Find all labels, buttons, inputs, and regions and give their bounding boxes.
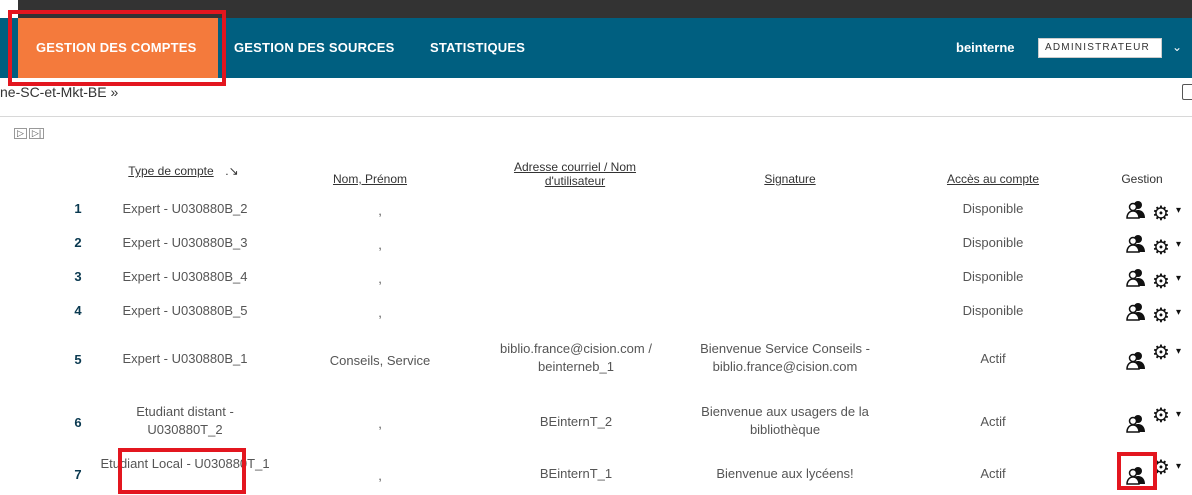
table-row: 6 Etudiant distant - U030880T_2, BEinternT… [0,403,1192,443]
role-select[interactable]: ADMINISTRATEUR [1038,38,1162,58]
column-header-signature[interactable]: Signature [740,172,840,186]
gear-icon[interactable]: ⚙ [1152,235,1170,260]
table-row: 3 Expert - U030880B_4, Disponible ⚙ ▾ [0,267,1192,293]
table-row: 2 Expert - U030880B_3, Disponible ⚙ ▾ [0,233,1192,259]
row-number: 4 [74,303,82,318]
cell-type: Expert - U030880B_2 [122,201,248,216]
highlight-box-user-icon [1117,452,1157,490]
cell-email: biblio.france@cision.com / beinterneb_1 [500,341,652,374]
cell-nom: , [378,237,382,252]
sort-icon[interactable]: .↘ [222,164,242,178]
row-number: 7 [74,467,82,482]
gear-icon[interactable]: ⚙ [1152,269,1170,294]
gear-icon[interactable]: ⚙ [1152,403,1170,428]
pager: ▷ ▷| [14,128,46,139]
divider [0,116,1192,117]
chevron-down-icon[interactable]: ▾ [1176,239,1181,250]
table-row: 1 Expert - U030880B_2, Disponible ⚙ ▾ [0,199,1192,225]
column-header-email-line1: Adresse courriel / Nom [513,160,637,174]
column-header-acces[interactable]: Accès au compte [930,172,1056,186]
cell-signature: Bienvenue aux lycéens! [716,466,854,481]
column-header-email[interactable]: Adresse courriel / Nom d'utilisateur [500,160,650,188]
cell-acces: Disponible [962,303,1024,318]
cell-type: Expert - U030880B_3 [122,235,248,250]
chevron-down-icon[interactable]: ▾ [1176,461,1181,472]
cell-acces: Actif [980,466,1006,481]
row-number: 3 [74,269,82,284]
users-icon[interactable] [1126,233,1146,253]
next-page-button[interactable]: ▷ [14,128,27,139]
table-row: 5 Expert - U030880B_1 Conseils, Service bib… [0,340,1192,380]
last-page-button[interactable]: ▷| [28,128,45,139]
row-number: 1 [74,201,82,216]
cell-nom: , [378,271,382,286]
users-icon[interactable] [1126,199,1146,219]
chevron-down-icon[interactable]: ▾ [1176,307,1181,318]
cell-acces: Disponible [962,235,1024,250]
users-icon[interactable] [1126,413,1146,433]
cell-email: BEinternT_2 [539,414,613,429]
users-icon[interactable] [1126,350,1146,370]
column-header-type[interactable]: Type de compte [118,164,224,178]
highlight-box-tab [8,10,226,86]
cell-nom: , [378,468,382,483]
expand-icon[interactable] [1182,84,1192,100]
cell-email: BEinternT_1 [539,466,613,481]
cell-nom: , [378,305,382,320]
table-row: 4 Expert - U030880B_5, Disponible ⚙ ▾ [0,301,1192,327]
users-icon[interactable] [1126,301,1146,321]
chevron-down-icon[interactable]: ▾ [1176,409,1181,420]
row-number: 2 [74,235,82,250]
cell-acces: Actif [980,414,1006,429]
chevron-down-icon[interactable]: ▾ [1176,273,1181,284]
cell-acces: Actif [980,351,1006,366]
cell-type: Expert - U030880B_1 [122,351,248,366]
row-number: 5 [74,352,82,367]
cell-nom: , [378,416,382,431]
current-user: beinterne [956,40,1015,55]
users-icon[interactable] [1126,267,1146,287]
cell-acces: Disponible [962,269,1024,284]
cell-type: Etudiant distant - U030880T_2 [136,404,234,437]
gear-icon[interactable]: ⚙ [1152,340,1170,365]
cell-type: Expert - U030880B_4 [122,269,248,284]
tab-gestion-des-sources[interactable]: GESTION DES SOURCES [234,18,395,78]
cell-nom: , [378,203,382,218]
breadcrumb[interactable]: ne-SC-et-Mkt-BE » [0,84,118,100]
column-header-email-line2: d'utilisateur [544,174,606,188]
cell-acces: Disponible [962,201,1024,216]
cell-signature: Bienvenue Service Conseils - biblio.fran… [700,341,870,374]
cell-nom: Conseils, Service [329,353,431,368]
column-header-nom[interactable]: Nom, Prénom [310,172,430,186]
column-header-gestion: Gestion [1121,172,1163,186]
cell-signature: Bienvenue aux usagers de la bibliothèque [701,404,869,437]
row-number: 6 [74,415,82,430]
tab-statistiques[interactable]: STATISTIQUES [430,18,525,78]
chevron-down-icon[interactable]: ⌄ [1172,40,1182,54]
cell-type: Expert - U030880B_5 [122,303,248,318]
gear-icon[interactable]: ⚙ [1152,303,1170,328]
chevron-down-icon[interactable]: ▾ [1176,205,1181,216]
chevron-down-icon[interactable]: ▾ [1176,346,1181,357]
highlight-box-row7 [118,448,246,494]
gear-icon[interactable]: ⚙ [1152,201,1170,226]
